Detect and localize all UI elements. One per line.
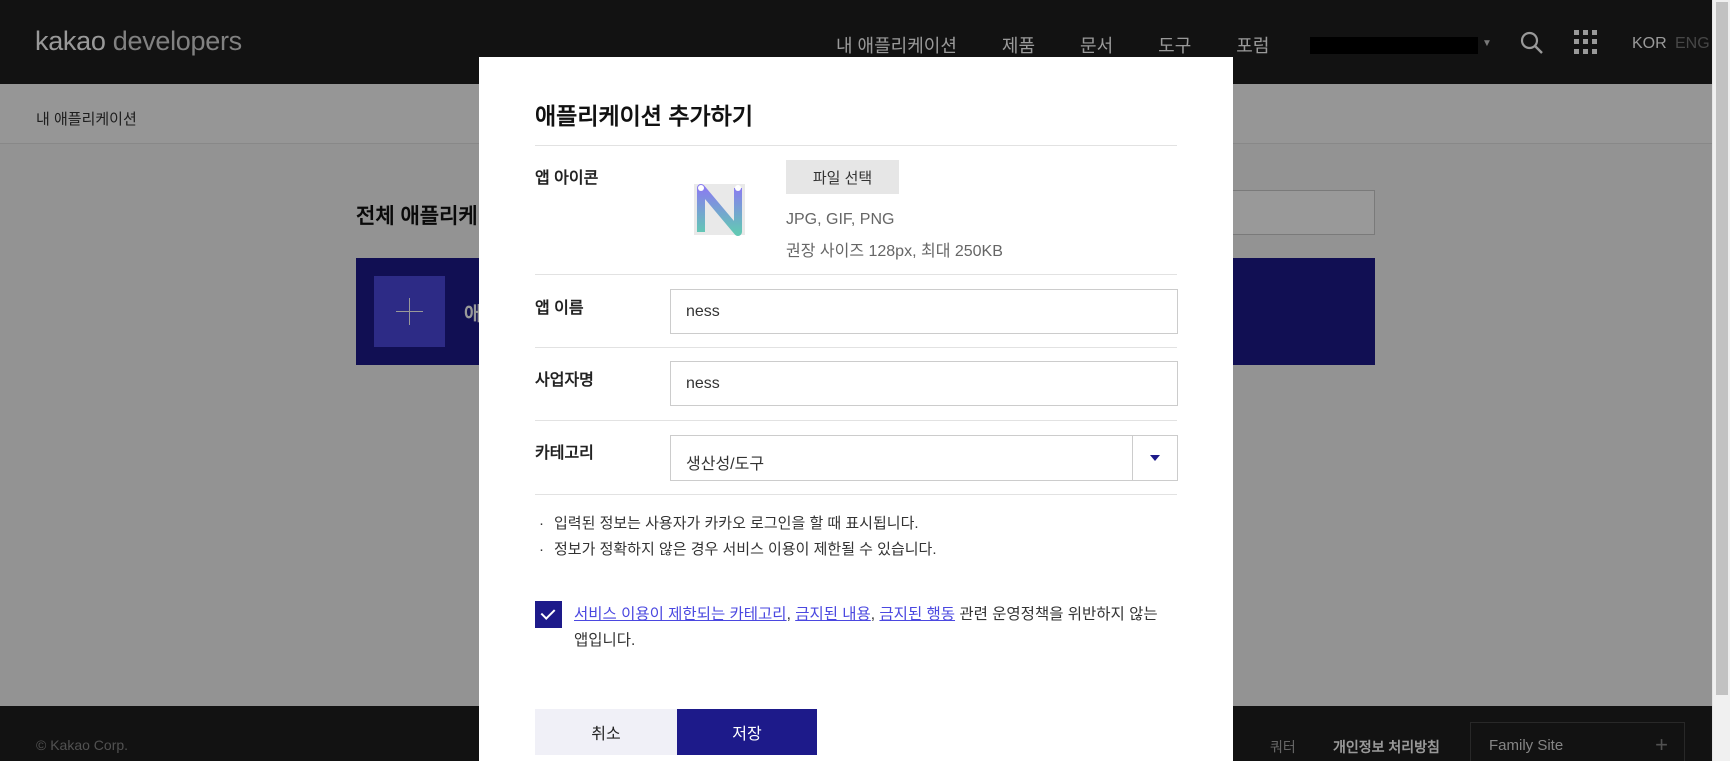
icon-format-hint: JPG, GIF, PNG <box>786 211 895 228</box>
divider <box>535 274 1177 275</box>
page-scrollbar[interactable] <box>1712 0 1730 761</box>
divider <box>535 145 1177 146</box>
category-select-value: 생산성/도구 <box>686 456 765 473</box>
policy-agree-text: 서비스 이용이 제한되는 카테고리, 금지된 내용, 금지된 행동 관련 운영정… <box>574 606 1158 649</box>
category-dropdown-toggle[interactable] <box>1132 436 1177 480</box>
add-app-dialog: 애플리케이션 추가하기 앱 아이콘 파일 선택 JPG, GIF, PNG 권장… <box>479 57 1233 761</box>
company-name-label: 사업자명 <box>535 372 594 389</box>
prohibited-behavior-link[interactable]: 금지된 행동 <box>879 606 955 623</box>
choose-file-button[interactable]: 파일 선택 <box>786 160 899 194</box>
app-name-label: 앱 이름 <box>535 300 584 317</box>
scrollbar-thumb[interactable] <box>1716 2 1728 695</box>
company-name-input[interactable] <box>670 361 1178 406</box>
divider <box>535 347 1177 348</box>
divider <box>535 494 1177 495</box>
divider <box>535 420 1177 421</box>
chevron-down-icon <box>1150 455 1160 461</box>
category-label: 카테고리 <box>535 445 594 462</box>
save-button[interactable]: 저장 <box>677 709 817 755</box>
restricted-category-link[interactable]: 서비스 이용이 제한되는 카테고리 <box>574 606 787 623</box>
info-note-2: · 정보가 정확하지 않은 경우 서비스 이용이 제한될 수 있습니다. <box>539 541 937 558</box>
check-icon <box>540 605 556 620</box>
policy-agree-checkbox[interactable] <box>535 601 562 628</box>
dialog-title: 애플리케이션 추가하기 <box>535 103 753 129</box>
prohibited-content-link[interactable]: 금지된 내용 <box>795 606 871 623</box>
cancel-button[interactable]: 취소 <box>535 709 677 755</box>
app-icon-preview <box>694 184 745 236</box>
category-select[interactable]: 생산성/도구 <box>670 435 1178 481</box>
app-icon-label: 앱 아이콘 <box>535 170 599 187</box>
icon-size-hint: 권장 사이즈 128px, 최대 250KB <box>786 243 1003 260</box>
info-note-1: · 입력된 정보는 사용자가 카카오 로그인을 할 때 표시됩니다. <box>539 515 919 532</box>
app-name-input[interactable] <box>670 289 1178 334</box>
